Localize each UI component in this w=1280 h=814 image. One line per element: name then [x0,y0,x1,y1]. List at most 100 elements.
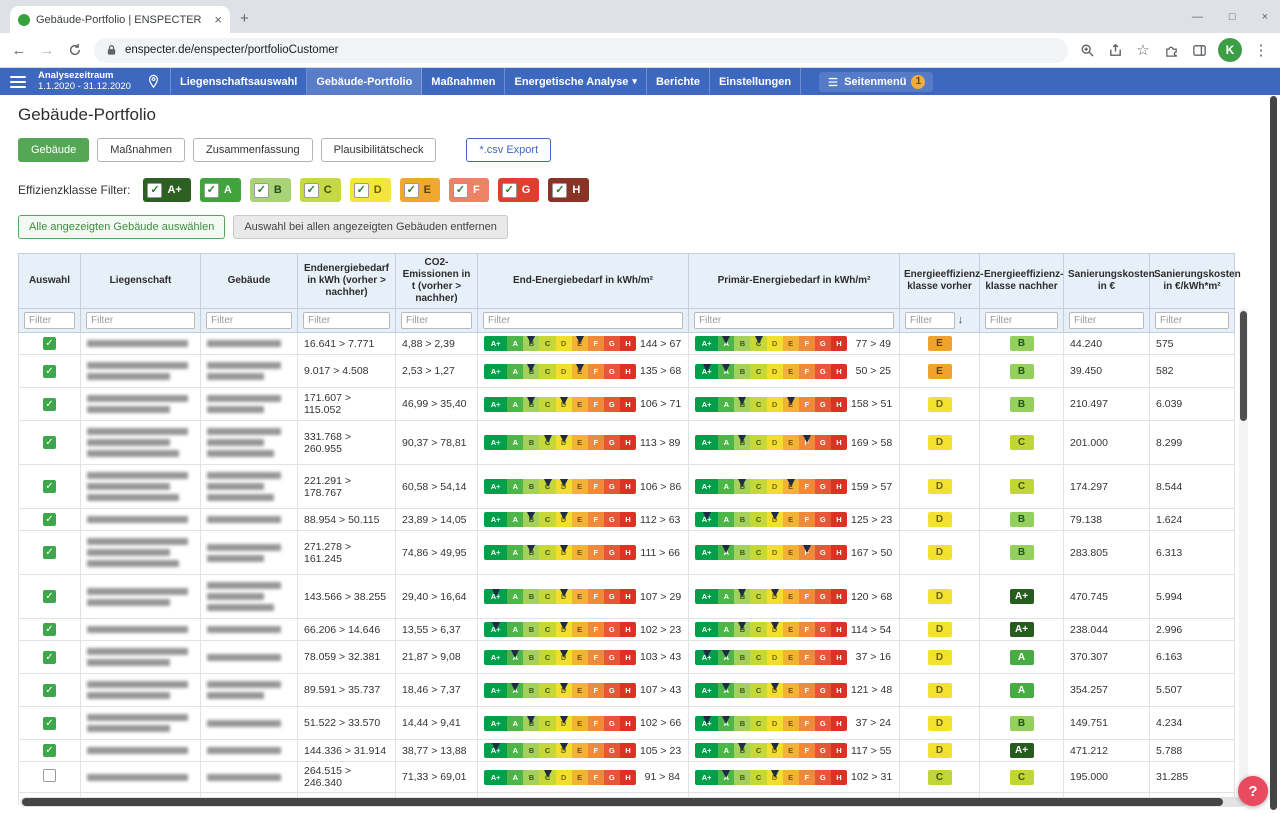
filter-input[interactable] [985,312,1058,329]
filter-input[interactable] [303,312,390,329]
row-checkbox[interactable] [43,769,56,782]
filter-input[interactable] [905,312,955,329]
column-header-liegenschaft[interactable]: Liegenschaft [81,254,201,309]
filter-input[interactable] [1069,312,1144,329]
filter-input[interactable] [483,312,683,329]
filter-input[interactable] [86,312,195,329]
sort-desc-icon[interactable]: ↓ [958,314,964,327]
efficiency-filter-c[interactable]: ✓C [300,178,341,202]
row-checkbox[interactable]: ✓ [43,651,56,664]
liegenschaft-redacted-text [87,472,194,501]
row-checkbox[interactable]: ✓ [43,337,56,350]
efficiency-filter-h[interactable]: ✓H [548,178,589,202]
checkbox-checked-icon[interactable]: ✓ [404,183,419,198]
location-pin-icon[interactable] [147,74,160,89]
forward-button[interactable]: → [38,43,56,58]
filter-input[interactable] [401,312,472,329]
checkbox-checked-icon[interactable]: ✓ [204,183,219,198]
efficiency-filter-f[interactable]: ✓F [449,178,489,202]
page-scrollbar[interactable] [1270,96,1277,810]
row-checkbox[interactable]: ✓ [43,744,56,757]
tab-plausibilitaetscheck[interactable]: Plausibilitätscheck [321,138,437,162]
zoom-icon[interactable] [1078,43,1096,58]
efficiency-filter-b[interactable]: ✓B [250,178,291,202]
nav-item-massnahmen[interactable]: Maßnahmen [422,68,505,95]
filter-input[interactable] [1155,312,1229,329]
checkbox-checked-icon[interactable]: ✓ [354,183,369,198]
row-checkbox[interactable]: ✓ [43,436,56,449]
tab-zusammenfassung[interactable]: Zusammenfassung [193,138,313,162]
filter-input[interactable] [694,312,894,329]
column-header-co2-emissionen-in-t-vorher-n[interactable]: CO2-Emissionen in t (vorher > nachher) [396,254,478,309]
column-header-auswahl[interactable]: Auswahl [19,254,81,309]
address-bar[interactable]: enspecter.de/enspecter/portfolioCustomer [94,38,1068,63]
horizontal-scrollbar[interactable] [20,797,1246,807]
extensions-puzzle-icon[interactable] [1162,43,1180,58]
nav-item-liegenschaftsauswahl[interactable]: Liegenschaftsauswahl [170,68,307,95]
side-menu-button[interactable]: Seitenmenü 1 [819,72,933,92]
help-button[interactable]: ? [1238,776,1268,806]
browser-tab[interactable]: Gebäude-Portfolio | ENSPECTER × [10,6,230,33]
row-checkbox[interactable]: ✓ [43,365,56,378]
analysis-period[interactable]: Analysezeitraum 1.1.2020 - 31.12.2020 [38,71,131,92]
filter-input[interactable] [24,312,75,329]
tab-gebaeude[interactable]: Gebäude [18,138,89,162]
nav-item-gebaeude-portfolio[interactable]: Gebäude-Portfolio [307,68,422,95]
tab-massnahmen[interactable]: Maßnahmen [97,138,185,162]
efficiency-filter-e[interactable]: ✓E [400,178,440,202]
checkbox-checked-icon[interactable]: ✓ [552,183,567,198]
tab-close-icon[interactable]: × [214,12,222,27]
checkbox-checked-icon[interactable]: ✓ [304,183,319,198]
hamburger-menu-icon[interactable] [10,76,26,88]
row-checkbox[interactable]: ✓ [43,398,56,411]
column-header-sanierungskosten-in-kwh-m[interactable]: Sanierungskosten in €/kWh*m² [1150,254,1235,309]
efficiency-filter-d[interactable]: ✓D [350,178,391,202]
back-button[interactable]: ← [10,43,28,58]
row-checkbox[interactable]: ✓ [43,513,56,526]
nav-item-einstellungen[interactable]: Einstellungen [710,68,801,95]
filter-input[interactable] [206,312,292,329]
reload-button[interactable] [66,43,84,57]
column-header-primaer-energiebedarf-in-kwh[interactable]: Primär-Energiebedarf in kWh/m² [689,254,900,309]
side-panel-icon[interactable] [1190,43,1208,58]
row-checkbox[interactable]: ✓ [43,480,56,493]
scrollbar-thumb[interactable] [22,798,1223,806]
select-all-button[interactable]: Alle angezeigten Gebäude auswählen [18,215,225,239]
column-header-gebaeude[interactable]: Gebäude [201,254,298,309]
kebab-menu-icon[interactable]: ⋮ [1252,43,1270,58]
column-header-energieeffizienz-klasse-nach[interactable]: Energieeffizienz- klasse nachher [980,254,1064,309]
scale-seg-h: H [831,622,847,637]
checkbox-checked-icon[interactable]: ✓ [453,183,468,198]
efficiency-filter-aplus[interactable]: ✓A+ [143,178,190,202]
nav-item-berichte[interactable]: Berichte [647,68,710,95]
share-icon[interactable] [1106,43,1124,58]
column-header-end-energiebedarf-in-kwh-m[interactable]: End-Energiebedarf in kWh/m² [478,254,689,309]
table-vertical-scrollbar[interactable] [1239,309,1248,805]
scrollbar-thumb[interactable] [1240,311,1247,421]
checkbox-checked-icon[interactable]: ✓ [147,183,162,198]
checkbox-checked-icon[interactable]: ✓ [254,183,269,198]
scale-marker-icon [722,683,730,691]
profile-avatar[interactable]: K [1218,38,1242,62]
column-header-endenergiebedarf-in-kwh-vorh[interactable]: Endenergiebedarf in kWh (vorher > nachhe… [298,254,396,309]
window-close-button[interactable]: × [1262,11,1268,23]
row-checkbox[interactable]: ✓ [43,590,56,603]
csv-export-button[interactable]: *.csv Export [466,138,551,162]
scale-seg-b: B [523,589,539,604]
window-minimize-button[interactable]: — [1192,11,1203,23]
bookmark-star-icon[interactable]: ☆ [1134,43,1152,58]
new-tab-button[interactable]: + [240,10,249,27]
column-header-sanierungskosten-in[interactable]: Sanierungskosten in € [1064,254,1150,309]
row-checkbox[interactable]: ✓ [43,717,56,730]
column-filter-cell [81,309,201,333]
checkbox-checked-icon[interactable]: ✓ [502,183,517,198]
row-checkbox[interactable]: ✓ [43,684,56,697]
row-checkbox[interactable]: ✓ [43,623,56,636]
deselect-all-button[interactable]: Auswahl bei allen angezeigten Gebäuden e… [233,215,508,239]
nav-item-energetische-analyse[interactable]: Energetische Analyse▾ [505,68,646,95]
column-header-energieeffizienz-klasse-vorh[interactable]: Energieeffizienz- klasse vorher [900,254,980,309]
window-maximize-button[interactable]: □ [1229,11,1236,23]
row-checkbox[interactable]: ✓ [43,546,56,559]
efficiency-filter-a[interactable]: ✓A [200,178,241,202]
efficiency-filter-g[interactable]: ✓G [498,178,540,202]
